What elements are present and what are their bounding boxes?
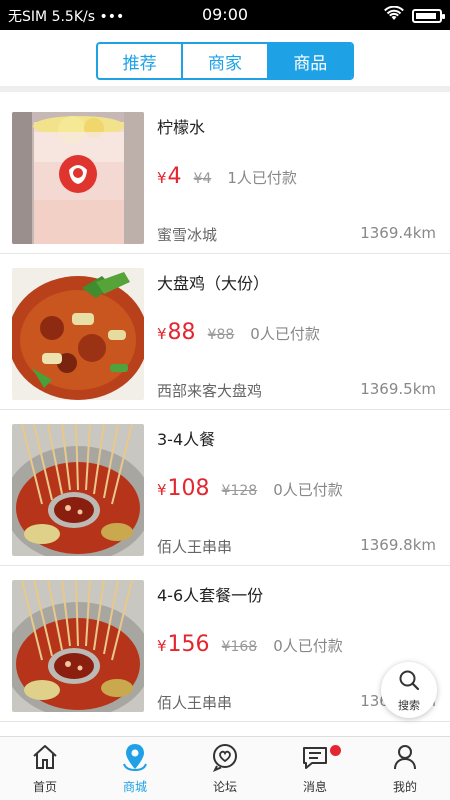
unread-badge	[330, 745, 341, 756]
search-button[interactable]: 搜索	[381, 662, 437, 718]
list-item[interactable]: 大盘鸡（大份） ¥88 ¥88 0人已付款 西部来客大盘鸡 1369.5km	[0, 254, 450, 410]
price-row: ¥4 ¥4 1人已付款	[157, 164, 297, 189]
price-value: 4	[167, 164, 182, 189]
search-icon	[397, 668, 421, 696]
bottom-tab-bar: 首页 商城 论坛 消息 我的	[0, 736, 450, 800]
tab-label: 我的	[392, 780, 417, 794]
original-price: ¥128	[221, 483, 258, 499]
price-value: 156	[167, 632, 210, 657]
product-name: 4-6人套餐一份	[157, 586, 264, 605]
tab-mall[interactable]: 商城	[90, 737, 180, 800]
list-item[interactable]: 3-4人餐 ¥108 ¥128 0人已付款 佰人王串串 1369.8km	[0, 410, 450, 566]
currency-symbol: ¥	[157, 637, 167, 655]
price-value: 108	[167, 476, 210, 501]
product-image-skewer-hotpot	[12, 580, 144, 712]
product-name: 大盘鸡（大份）	[157, 274, 270, 293]
tab-products[interactable]: 商品	[268, 44, 352, 78]
currency-symbol: ¥	[157, 325, 167, 343]
shop-name: 佰人王串串	[157, 538, 233, 556]
product-image-skewer-hotpot	[12, 424, 144, 556]
price-row: ¥88 ¥88 0人已付款	[157, 320, 320, 345]
tab-label: 消息	[302, 780, 327, 794]
status-bar: 无SIM 5.5K/s ••• 09:00	[0, 0, 450, 30]
home-icon	[30, 742, 60, 776]
tab-profile[interactable]: 我的	[360, 737, 450, 800]
original-price: ¥168	[221, 639, 258, 655]
price-row: ¥156 ¥168 0人已付款	[157, 632, 343, 657]
paid-count: 0人已付款	[273, 637, 343, 655]
price-row: ¥108 ¥128 0人已付款	[157, 476, 343, 501]
shop-name: 佰人王串串	[157, 694, 233, 712]
distance: 1369.5km	[360, 380, 436, 398]
tab-label: 论坛	[212, 780, 237, 794]
current-price: ¥108	[157, 476, 210, 501]
category-segmented-control: 推荐 商家 商品	[96, 42, 354, 80]
paid-count: 0人已付款	[273, 481, 343, 499]
original-price: ¥88	[207, 327, 235, 343]
tab-label: 首页	[32, 780, 57, 794]
tab-messages[interactable]: 消息	[270, 737, 360, 800]
product-image-lemon-water	[12, 112, 144, 244]
search-label: 搜索	[398, 698, 420, 712]
paid-count: 1人已付款	[227, 169, 297, 187]
product-image-big-plate-chicken	[12, 268, 144, 400]
status-right	[384, 5, 445, 26]
tab-home[interactable]: 首页	[0, 737, 90, 800]
product-list: 柠檬水 ¥4 ¥4 1人已付款 蜜雪冰城 1369.4km 大盘鸡（大份） ¥8…	[0, 98, 450, 736]
profile-icon	[390, 742, 420, 776]
tab-merchants[interactable]: 商家	[183, 44, 269, 78]
list-item[interactable]: 柠檬水 ¥4 ¥4 1人已付款 蜜雪冰城 1369.4km	[0, 98, 450, 254]
product-name: 柠檬水	[157, 118, 206, 137]
header: 推荐 商家 商品	[0, 30, 450, 92]
shop-name: 西部来客大盘鸡	[157, 382, 263, 400]
forum-heart-icon	[210, 742, 240, 776]
shop-name: 蜜雪冰城	[157, 226, 218, 244]
current-price: ¥88	[157, 320, 196, 345]
tab-forum[interactable]: 论坛	[180, 737, 270, 800]
wifi-icon	[384, 5, 404, 26]
price-value: 88	[167, 320, 196, 345]
battery-icon	[412, 9, 445, 23]
paid-count: 0人已付款	[250, 325, 320, 343]
distance: 1369.4km	[360, 224, 436, 242]
tab-label: 商城	[122, 780, 147, 794]
product-name: 3-4人餐	[157, 430, 216, 449]
current-price: ¥156	[157, 632, 210, 657]
currency-symbol: ¥	[157, 169, 167, 187]
tab-recommend[interactable]: 推荐	[98, 44, 184, 78]
current-price: ¥4	[157, 164, 182, 189]
status-time: 09:00	[201, 5, 249, 24]
distance: 1369.8km	[360, 536, 436, 554]
currency-symbol: ¥	[157, 481, 167, 499]
original-price: ¥4	[193, 171, 212, 187]
mall-location-icon	[120, 742, 150, 776]
message-icon	[300, 742, 330, 776]
